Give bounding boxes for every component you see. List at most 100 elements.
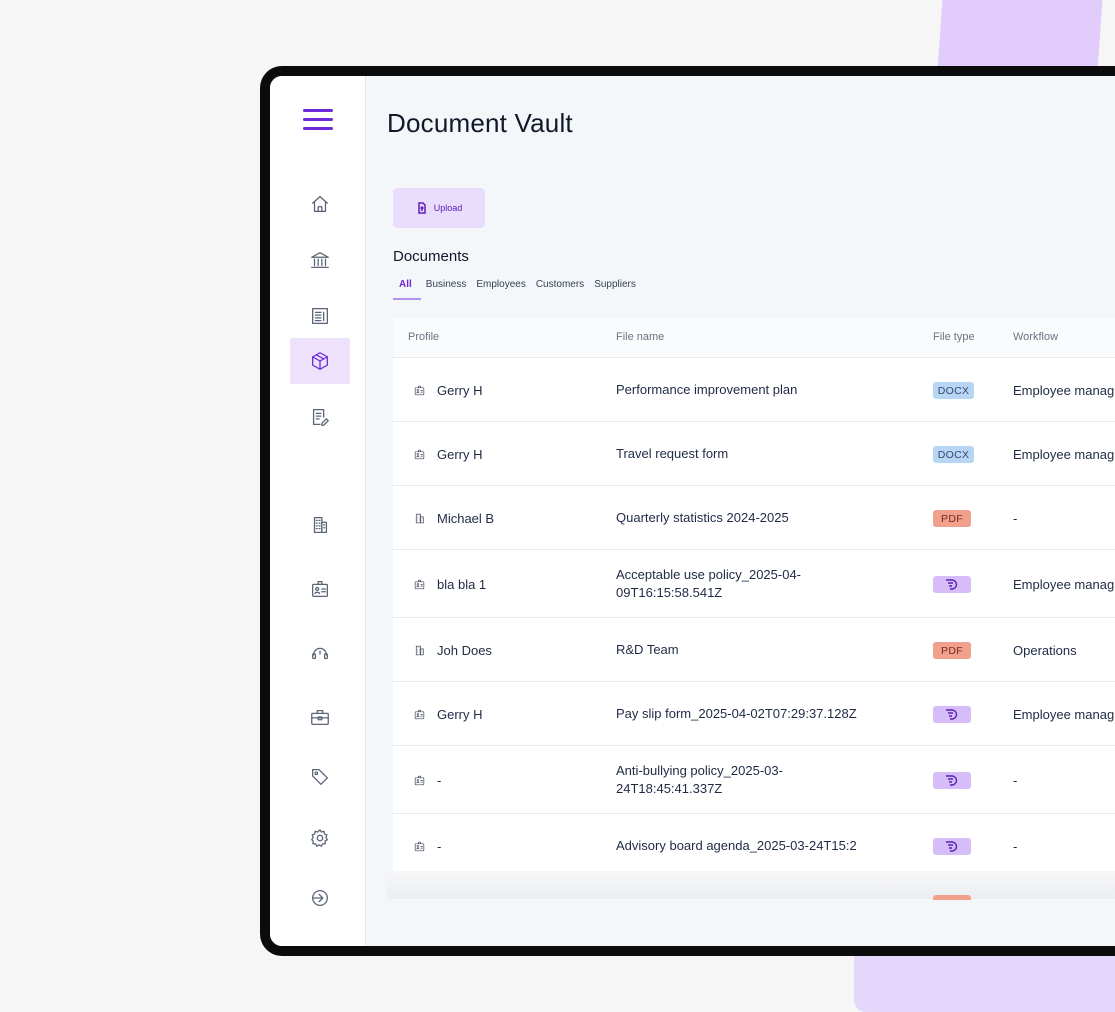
file-name-cell[interactable]: Anti-bullying policy_2025-03- 24T18:45:41… bbox=[616, 762, 783, 798]
profile-name: Gerry H bbox=[437, 382, 483, 398]
sidebar-item-logout[interactable] bbox=[290, 875, 350, 921]
table-row[interactable]: - Anti-bullying policy_2025-03- 24T18:45:4… bbox=[393, 746, 1115, 814]
profile-cell: Gerry H bbox=[413, 446, 483, 462]
box-icon bbox=[312, 352, 328, 370]
sidebar-item-headset[interactable] bbox=[290, 630, 350, 676]
file-name-cell[interactable]: Quarterly statistics 2024-2025 bbox=[616, 509, 789, 527]
sidebar-item-document-edit[interactable] bbox=[290, 394, 350, 440]
file-name-cell[interactable]: R&D Team bbox=[616, 641, 679, 659]
form-type-badge bbox=[933, 576, 971, 593]
workflow-cell: Employee manag bbox=[1013, 576, 1115, 592]
id-badge-icon bbox=[413, 708, 426, 721]
decorative-shape-bottom bbox=[854, 950, 1115, 1012]
file-name-cell[interactable]: Advisory board agenda_2025-03-24T15:2 bbox=[616, 837, 857, 855]
sidebar bbox=[270, 76, 366, 946]
file-type-badge: PDF bbox=[933, 642, 971, 659]
file-name-cell[interactable]: Pay slip form_2025-04-02T07:29:37.128Z bbox=[616, 705, 857, 723]
file-name-text: Pay slip form_2025-04-02T07:29:37.128Z bbox=[616, 706, 857, 721]
column-header-file-name[interactable]: File name bbox=[616, 331, 664, 343]
id-badge-icon bbox=[413, 774, 426, 787]
profile-name: Michael B bbox=[437, 510, 495, 526]
document-edit-icon bbox=[312, 409, 329, 426]
main-content: Document Vault Upload Documents All Busin… bbox=[366, 76, 1115, 900]
sidebar-item-newspaper[interactable] bbox=[290, 293, 350, 339]
table-row[interactable]: bla bla 1 Acceptable use policy_2025-04- 0… bbox=[393, 550, 1115, 618]
table-fade bbox=[387, 871, 1115, 899]
profile-name: bla bla 1 bbox=[437, 576, 487, 592]
form-icon bbox=[946, 775, 958, 786]
id-badge-icon bbox=[413, 384, 426, 397]
profile-cell: Gerry H bbox=[413, 382, 483, 398]
home-icon bbox=[312, 196, 328, 212]
form-type-badge bbox=[933, 838, 971, 855]
documents-heading: Documents bbox=[393, 248, 469, 265]
form-type-badge bbox=[933, 772, 971, 789]
sidebar-item-settings[interactable] bbox=[290, 815, 350, 861]
tab-employees[interactable]: Employees bbox=[471, 279, 530, 300]
tab-suppliers[interactable]: Suppliers bbox=[589, 279, 641, 300]
file-type-badge: DOCX bbox=[933, 382, 974, 399]
upload-button[interactable]: Upload bbox=[393, 188, 485, 228]
form-icon bbox=[946, 709, 958, 720]
profile-cell: - bbox=[413, 838, 441, 854]
upload-label: Upload bbox=[433, 203, 463, 213]
sidebar-item-briefcase[interactable] bbox=[290, 694, 350, 740]
id-badge-icon bbox=[413, 840, 426, 853]
documents-table: Profile File name File type Workflow Ger… bbox=[393, 318, 1115, 878]
app-screen: Document Vault Upload Documents All Busin… bbox=[270, 76, 1115, 946]
table-row[interactable]: Joh Does R&D Team PDF Operations bbox=[393, 618, 1115, 682]
file-name-text: Performance improvement plan bbox=[616, 382, 798, 397]
building-icon bbox=[413, 644, 426, 657]
file-name-text: Acceptable use policy_2025-04- bbox=[616, 567, 802, 582]
workflow-cell: - bbox=[1013, 838, 1018, 854]
settings-icon bbox=[311, 829, 328, 847]
form-icon bbox=[946, 579, 958, 590]
tab-customers[interactable]: Customers bbox=[531, 279, 589, 300]
file-name-cell[interactable]: Acceptable use policy_2025-04- 09T16:15:5… bbox=[616, 566, 801, 602]
sidebar-item-tag[interactable] bbox=[290, 754, 350, 800]
file-name-text: Quarterly statistics 2024-2025 bbox=[616, 510, 789, 525]
file-name-text: Advisory board agenda_2025-03-24T15:2 bbox=[616, 838, 857, 853]
column-header-workflow[interactable]: Workflow bbox=[1013, 331, 1058, 343]
file-name-text: Anti-bullying policy_2025-03- bbox=[616, 763, 783, 778]
sidebar-item-building[interactable] bbox=[290, 502, 350, 548]
id-badge-icon bbox=[312, 581, 328, 597]
sidebar-item-home[interactable] bbox=[290, 181, 350, 227]
tab-all[interactable]: All bbox=[393, 279, 421, 300]
headset-icon bbox=[312, 647, 328, 660]
file-type-badge: PDF bbox=[933, 510, 971, 527]
profile-name: Gerry H bbox=[437, 706, 483, 722]
file-name-text: 24T18:45:41.337Z bbox=[616, 781, 723, 796]
file-name-cell[interactable]: Performance improvement plan bbox=[616, 381, 797, 399]
page-title: Document Vault bbox=[387, 108, 573, 138]
table-row[interactable]: Gerry H Performance improvement plan DOCX E… bbox=[393, 358, 1115, 422]
profile-cell: - bbox=[413, 772, 441, 788]
table-row[interactable]: Gerry H Travel request form DOCX Employee m… bbox=[393, 422, 1115, 486]
bank-icon bbox=[311, 252, 329, 268]
file-name-text: 09T16:15:58.541Z bbox=[616, 585, 723, 600]
workflow-cell: Employee manag bbox=[1013, 382, 1115, 398]
sidebar-item-box[interactable] bbox=[290, 338, 350, 384]
table-row[interactable]: Michael B Quarterly statistics 2024-2025 P… bbox=[393, 486, 1115, 550]
profile-name: Gerry H bbox=[437, 446, 483, 462]
sidebar-item-bank[interactable] bbox=[290, 237, 350, 283]
form-type-badge bbox=[933, 706, 971, 723]
workflow-cell: Employee manag bbox=[1013, 706, 1115, 722]
file-name-cell[interactable]: Travel request form bbox=[616, 445, 728, 463]
sidebar-item-id-badge[interactable] bbox=[290, 566, 350, 612]
id-badge-icon bbox=[413, 578, 426, 591]
logout-icon bbox=[312, 890, 328, 906]
tab-business[interactable]: Business bbox=[421, 279, 472, 300]
newspaper-icon bbox=[312, 308, 328, 324]
profile-cell: Gerry H bbox=[413, 706, 483, 722]
hamburger-icon[interactable] bbox=[303, 109, 333, 133]
profile-name: - bbox=[437, 772, 442, 788]
table-row[interactable]: Gerry H Pay slip form_2025-04-02T07:29:37… bbox=[393, 682, 1115, 746]
table-row[interactable]: - Advisory board agenda_2025-03-24T15:2 - bbox=[393, 814, 1115, 878]
column-header-file-type[interactable]: File type bbox=[933, 331, 975, 343]
file-upload-icon bbox=[417, 202, 426, 214]
column-header-profile[interactable]: Profile bbox=[408, 331, 439, 343]
form-icon bbox=[946, 841, 958, 852]
table-header: Profile File name File type Workflow bbox=[393, 318, 1115, 358]
workflow-cell: Operations bbox=[1013, 642, 1077, 658]
